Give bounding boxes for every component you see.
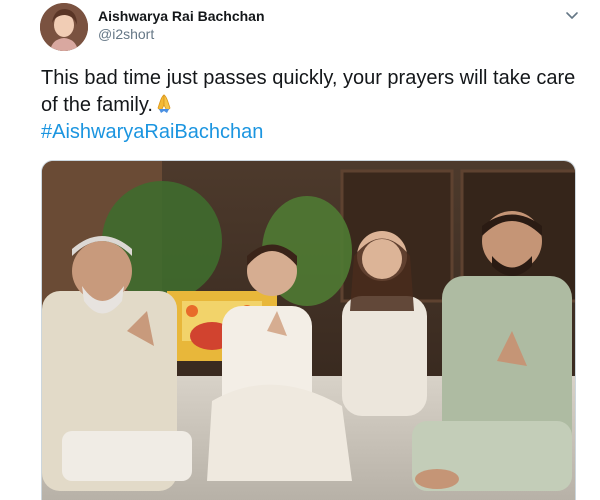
folded-hands-icon [153,92,175,114]
avatar[interactable] [40,3,88,51]
author-handle[interactable]: @i2short [98,26,154,42]
tweet-text: This bad time just passes quickly, your … [41,65,581,146]
tweet-photo[interactable] [41,160,576,500]
tweet-card: Aishwarya Rai Bachchan @i2short This bad… [0,0,600,500]
hashtag-link[interactable]: #AishwaryaRaiBachchan [41,119,581,146]
author-name[interactable]: Aishwarya Rai Bachchan [98,8,265,24]
tweet-body: This bad time just passes quickly, your … [41,67,576,116]
chevron-down-icon[interactable] [563,8,581,22]
avatar-photo [40,3,88,51]
family-photo-image [42,161,575,500]
